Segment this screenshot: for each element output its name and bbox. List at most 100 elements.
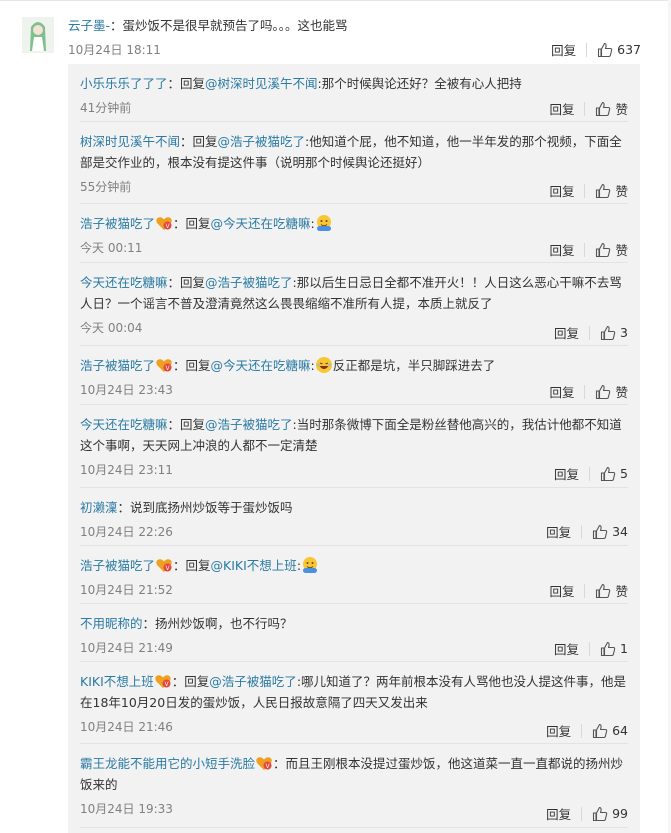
reply-item: 浩子被猫吃了 V ：回复@今天还在吃糖嘛: 今天 00:11 回复 赞 — [80, 204, 628, 263]
reply-username[interactable]: 小乐乐乐了了了 — [80, 76, 168, 91]
divider — [589, 466, 591, 481]
divider — [586, 42, 588, 57]
main-comment-actions: 回复 637 — [551, 40, 641, 59]
reply-item: 今天还在吃糖嘛：回复@浩子被猫吃了:那以后生日忌日全都不准开火！！人日这么恶心干… — [80, 263, 628, 346]
reply-username[interactable]: 今天还在吃糖嘛 — [80, 417, 168, 432]
reply-actions: 回复 1 — [554, 639, 628, 658]
reply-text: 今天还在吃糖嘛：回复@浩子被猫吃了:那以后生日忌日全都不准开火！！人日这么恶心干… — [80, 272, 628, 314]
reply-body: 反正都是坑，半只脚踩进去了 — [332, 358, 496, 373]
reply-actions: 回复 34 — [546, 522, 628, 541]
reply-text: 小乐乐乐了了了：回复@树深时见溪午不闻:那个时候舆论还好？全被有心人把持 — [80, 73, 628, 94]
mention-link[interactable]: @KIKI不想上班 — [211, 558, 297, 573]
thumbs-up-icon — [598, 42, 613, 57]
reply-button[interactable]: 回复 — [554, 323, 579, 342]
reply-username[interactable]: 浩子被猫吃了 — [80, 558, 155, 573]
like-button[interactable]: 34 — [592, 524, 628, 540]
avatar[interactable] — [22, 17, 54, 53]
reply-username[interactable]: KIKI不想上班 — [80, 674, 154, 689]
reply-time: 10月24日 21:49 — [80, 641, 173, 655]
main-comment-username[interactable]: 云子墨- — [68, 18, 110, 33]
reply-button[interactable]: 回复 — [549, 181, 574, 200]
thumbs-up-icon — [596, 384, 611, 399]
reply-body: ：说到底扬州炒饭等于蛋炒饭吗 — [117, 500, 293, 515]
reply-button[interactable]: 回复 — [549, 382, 574, 401]
reply-actions: 回复 赞 — [549, 181, 628, 200]
reply-item: 浩子被猫吃了 V ：回复@今天还在吃糖嘛: 反正都是坑，半只脚踩进去了 10月24日 2… — [80, 346, 628, 405]
divider — [584, 583, 586, 598]
thumbs-up-icon — [600, 325, 616, 340]
like-button[interactable]: 赞 — [595, 240, 628, 259]
mention-link[interactable]: @浩子被猫吃了 — [205, 417, 293, 432]
reply-button[interactable]: 回复 — [546, 721, 571, 740]
fan-badge-icon: V — [155, 675, 171, 688]
reply-username[interactable]: 今天还在吃糖嘛 — [80, 275, 168, 290]
reply-button[interactable]: 回复 — [554, 464, 579, 483]
reply-username[interactable]: 不用昵称的 — [80, 616, 143, 631]
reply-time: 今天 00:04 — [80, 321, 143, 335]
reply-button[interactable]: 回复 — [554, 639, 579, 658]
reply-actions: 回复 赞 — [549, 581, 628, 600]
reply-item: 初濑澟：说到底扬州炒饭等于蛋炒饭吗 10月24日 22:26 回复 34 — [80, 488, 628, 546]
like-count: 赞 — [615, 243, 628, 258]
thumbs-up-icon — [596, 183, 611, 198]
mention-link[interactable]: @今天还在吃糖嘛 — [211, 216, 311, 231]
thumbs-up-icon — [596, 242, 611, 257]
reply-time: 41分钟前 — [80, 101, 132, 115]
reply-actions: 回复 5 — [554, 464, 628, 483]
reply-button[interactable]: 回复 — [551, 40, 576, 59]
reply-prefix: ：回复 — [167, 275, 206, 290]
like-button[interactable]: 赞 — [595, 382, 628, 401]
like-button[interactable]: 5 — [600, 466, 628, 482]
mention-link[interactable]: @浩子被猫吃了 — [218, 134, 306, 149]
thumbs-up-icon — [593, 723, 608, 738]
reply-actions: 回复 64 — [546, 721, 628, 740]
reply-item: 浩子被猫吃了 V ：回复@KIKI不想上班: 10月24日 21:52 回复 赞 — [80, 546, 628, 604]
reply-username[interactable]: 霸王龙能不能用它的小短手洗脸 — [80, 756, 255, 771]
thumbs-up-icon — [593, 524, 608, 539]
reply-username[interactable]: 浩子被猫吃了 — [80, 358, 155, 373]
reply-actions: 回复 赞 — [549, 240, 628, 259]
reply-prefix: ：回复 — [171, 674, 210, 689]
mention-link[interactable]: @今天还在吃糖嘛 — [211, 358, 311, 373]
like-count: 1 — [620, 641, 628, 656]
fan-badge-icon: V — [156, 559, 172, 572]
like-count: 赞 — [615, 385, 628, 400]
reply-prefix: ：回复 — [173, 558, 211, 573]
like-count: 637 — [617, 42, 641, 57]
like-count: 64 — [612, 723, 628, 738]
reply-time: 55分钟前 — [80, 180, 132, 194]
like-button[interactable]: 赞 — [595, 581, 628, 600]
reply-prefix: ：回复 — [167, 417, 206, 432]
like-button[interactable]: 64 — [592, 723, 628, 739]
like-count: 赞 — [615, 184, 628, 199]
mention-link[interactable]: @浩子被猫吃了 — [205, 275, 293, 290]
like-button[interactable]: 3 — [600, 325, 628, 341]
reply-button[interactable]: 回复 — [546, 804, 571, 823]
thumbs-up-icon — [593, 806, 608, 821]
reply-username[interactable]: 浩子被猫吃了 — [80, 216, 155, 231]
like-button[interactable]: 637 — [597, 42, 641, 58]
like-button[interactable]: 1 — [600, 641, 628, 657]
reply-button[interactable]: 回复 — [549, 99, 574, 118]
reply-text: 今天还在吃糖嘛：回复@浩子被猫吃了:当时那条微博下面全是粉丝替他高兴的，我估计他… — [80, 414, 628, 456]
like-button[interactable]: 99 — [592, 806, 628, 822]
reply-username[interactable]: 树深时见溪午不闻 — [80, 134, 180, 149]
reply-text: 树深时见溪午不闻：回复@浩子被猫吃了:他知道个屁，他不知道，他一半年发的那个视频… — [80, 131, 628, 173]
divider — [589, 641, 591, 656]
mention-link[interactable]: @浩子被猫吃了 — [209, 674, 297, 689]
mention-link[interactable]: @树深时见溪午不闻 — [205, 76, 318, 91]
like-button[interactable]: 赞 — [595, 99, 628, 118]
reply-text: 初濑澟：说到底扬州炒饭等于蛋炒饭吗 — [80, 497, 628, 518]
main-comment: 云子墨-：蛋炒饭不是很早就预告了吗。。。这也能骂 10月24日 18:11 回复… — [0, 0, 671, 60]
reply-button[interactable]: 回复 — [546, 522, 571, 541]
reply-body: ：扬州炒饭啊，也不行吗？ — [142, 616, 293, 631]
reply-text: 浩子被猫吃了 V ：回复@今天还在吃糖嘛: 反正都是坑，半只脚踩进去了 — [80, 355, 628, 376]
reply-time: 10月24日 23:43 — [80, 383, 173, 397]
reply-item: KIKI不想上班 V ：回复@浩子被猫吃了:哪儿知道了？两年前根本没有人骂他也没人提… — [80, 662, 628, 744]
reply-username[interactable]: 初濑澟 — [80, 500, 118, 515]
thumbs-up-icon — [596, 101, 611, 116]
reply-actions: 回复 赞 — [549, 99, 628, 118]
reply-button[interactable]: 回复 — [549, 240, 574, 259]
reply-button[interactable]: 回复 — [549, 581, 574, 600]
like-button[interactable]: 赞 — [595, 181, 628, 200]
